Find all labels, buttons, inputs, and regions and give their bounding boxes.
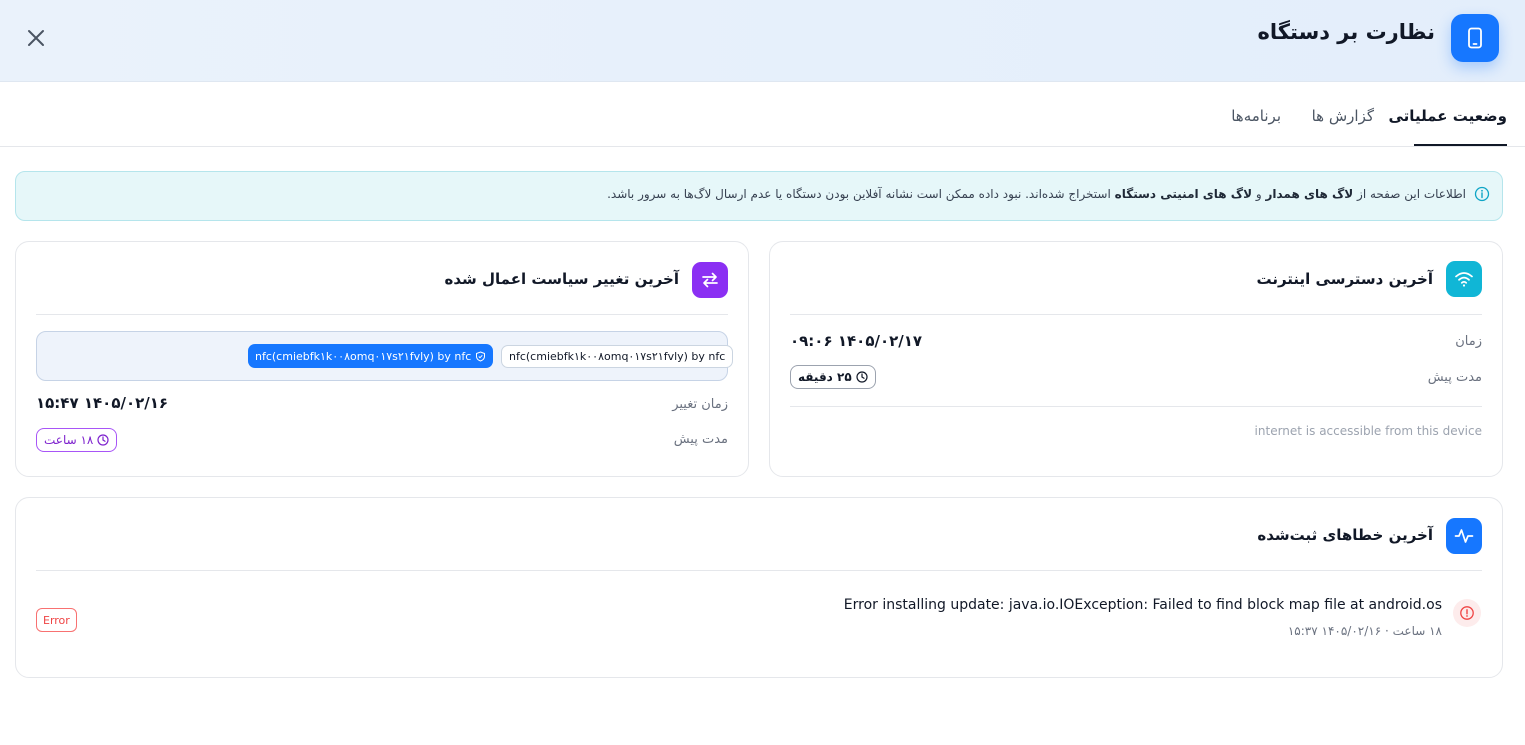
internet-card-title: آخرین دسترسی اینترنت (1256, 270, 1433, 288)
time-label: زمان (1455, 334, 1482, 349)
internet-note: internet is accessible from this device (1254, 424, 1482, 438)
divider (36, 314, 728, 315)
tab-reports[interactable]: گزارش ها (1312, 107, 1374, 125)
clock-icon (97, 434, 109, 446)
info-source-2: لاگ های امنیتی دستگاه (1114, 187, 1253, 201)
internet-access-card: آخرین دسترسی اینترنت زمان ۱۴۰۵/۰۲/۱۷ ۰۹:… (769, 241, 1503, 477)
policy-card-title: آخرین تغییر سیاست اعمال شده (444, 270, 679, 288)
clock-icon (856, 371, 868, 383)
change-time-label: زمان تغییر (672, 397, 728, 412)
policy-change-time-value: ۱۴۰۵/۰۲/۱۶ ۱۵:۴۷ (36, 394, 169, 412)
policy-card-icon-box (692, 262, 728, 298)
ago-label: مدت پیش (1427, 370, 1482, 385)
internet-card-icon-box (1446, 261, 1482, 297)
error-meta: ۱۸ ساعت · ۱۴۰۵/۰۲/۱۶ ۱۵:۳۷ (1287, 624, 1442, 638)
internet-ago-badge: ۲۵ دقیقه (790, 365, 876, 389)
error-item-icon-box (1453, 599, 1481, 627)
header-icon-box (1451, 14, 1499, 62)
close-button[interactable] (22, 24, 50, 52)
divider (790, 314, 1482, 315)
info-icon (1474, 186, 1490, 202)
info-source-1: لاگ های همدار (1265, 187, 1354, 201)
tab-apps[interactable]: برنامه‌ها (1231, 107, 1281, 125)
active-tab-indicator (1414, 144, 1507, 146)
current-policy-chip: nfc(cmiebfk۱k۰۰۸omq۰۱۷s۲۱fvly) by nfc (248, 344, 494, 368)
previous-policy-chip: nfc(cmiebfk۱k۰۰۸omq۰۱۷s۲۱fvly) by nfc (501, 345, 734, 368)
tab-operational-status[interactable]: وضعیت عملیاتی (1389, 107, 1508, 125)
recent-errors-card: آخرین خطاهای ثبت‌شده Error installing up… (15, 497, 1503, 678)
close-icon (28, 30, 44, 46)
swap-icon (702, 272, 718, 288)
wifi-icon (1455, 272, 1473, 287)
info-banner: اطلاعات این صفحه از لاگ های همدار و لاگ … (15, 171, 1503, 221)
divider (36, 570, 1482, 571)
ago-label: مدت پیش (673, 432, 728, 447)
policy-change-card: آخرین تغییر سیاست اعمال شده nfc(cmiebfk۱… (15, 241, 749, 477)
policy-ago-badge: ۱۸ ساعت (36, 428, 118, 452)
alert-circle-icon (1460, 606, 1474, 620)
dialog-header: نظارت بر دستگاه (0, 0, 1525, 82)
activity-icon (1454, 529, 1474, 543)
errors-card-icon-box (1446, 518, 1482, 554)
internet-time-value: ۱۴۰۵/۰۲/۱۷ ۰۹:۰۶ (790, 332, 923, 350)
shield-check-icon (476, 350, 486, 362)
smartphone-icon (1468, 27, 1482, 49)
policy-change-box: nfc(cmiebfk۱k۰۰۸omq۰۱۷s۲۱fvly) by nfc nf… (36, 331, 734, 381)
errors-card-title: آخرین خطاهای ثبت‌شده (1257, 526, 1433, 544)
divider (790, 406, 1482, 407)
error-level-badge: Error (36, 608, 77, 632)
info-text: اطلاعات این صفحه از لاگ های همدار و لاگ … (607, 187, 1466, 201)
error-message: Error installing update: java.io.IOExcep… (843, 597, 1442, 613)
tab-bar: وضعیت عملیاتی گزارش ها برنامه‌ها (0, 82, 1525, 147)
dialog-title: نظارت بر دستگاه (1257, 20, 1436, 44)
